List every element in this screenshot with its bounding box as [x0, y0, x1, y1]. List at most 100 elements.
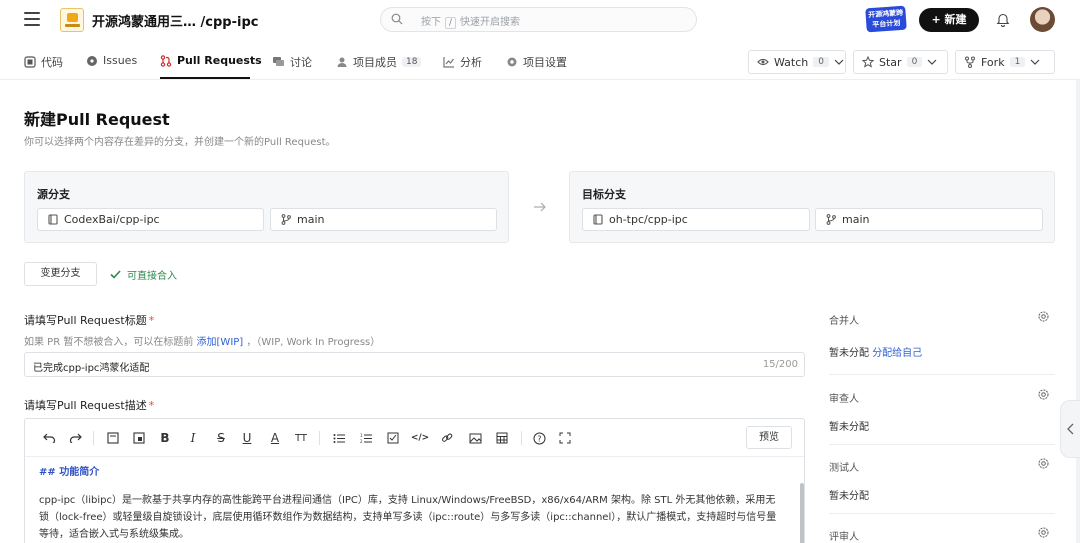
- bold-icon[interactable]: B: [157, 430, 173, 446]
- chevron-down-icon: [927, 59, 937, 66]
- chart-icon: [443, 56, 455, 68]
- eye-icon: [757, 57, 769, 67]
- assign-self-link[interactable]: 分配给自己: [872, 348, 922, 359]
- reviewer-label: 审查人: [829, 394, 859, 405]
- underline-icon[interactable]: U: [239, 430, 255, 446]
- approver-settings-icon[interactable]: [1037, 526, 1050, 539]
- reviewer-value: 暂未分配: [829, 422, 869, 433]
- tab-code[interactable]: 代码: [24, 54, 63, 70]
- branch-icon: [281, 214, 291, 225]
- discussion-icon: [272, 56, 285, 68]
- page-scrollbar-track[interactable]: [1076, 80, 1080, 543]
- sidebar-collapse-handle[interactable]: [1060, 400, 1080, 458]
- search-input[interactable]: 按下 / 快速开启搜索: [380, 7, 697, 32]
- task-list-icon[interactable]: [385, 430, 401, 446]
- tab-settings[interactable]: 项目设置: [506, 54, 567, 70]
- organization-logo[interactable]: [60, 8, 84, 32]
- tab-members[interactable]: 项目成员 18: [336, 54, 422, 70]
- redo-icon[interactable]: [67, 430, 83, 446]
- menu-icon[interactable]: [24, 12, 40, 26]
- members-icon: [336, 56, 348, 68]
- markdown-editor[interactable]: B I S U A TT 12 </> ? 预览 ## 功能简介 cpp-ipc…: [24, 418, 805, 543]
- svg-text:2: 2: [360, 439, 363, 444]
- title-field-label: 请填写Pull Request标题 *: [24, 314, 155, 327]
- title-char-count: 15/200: [762, 359, 798, 370]
- pull-request-icon: [160, 54, 172, 67]
- watch-button[interactable]: Watch 0: [748, 50, 846, 74]
- italic-icon[interactable]: I: [185, 430, 201, 446]
- target-repo-select[interactable]: oh-tpc/cpp-ipc: [582, 208, 810, 231]
- top-navigation-bar: 开源鸿蒙通用三… /cpp-ipc 按下 / 快速开启搜索 开源鸿蒙跨平台计划 + …: [0, 0, 1080, 40]
- tester-value: 暂未分配: [829, 491, 869, 502]
- new-button[interactable]: + 新建: [919, 8, 979, 32]
- chevron-left-icon: [1067, 423, 1074, 435]
- merger-label: 合并人: [829, 316, 859, 327]
- source-branch-label: 源分支: [37, 188, 70, 201]
- code-icon[interactable]: </>: [411, 430, 429, 446]
- heading-icon[interactable]: [105, 430, 121, 446]
- branch-icon: [826, 214, 836, 225]
- reviewer-settings-icon[interactable]: [1037, 388, 1050, 401]
- search-icon: [391, 13, 403, 25]
- tester-settings-icon[interactable]: [1037, 457, 1050, 470]
- approver-label: 评审人: [829, 532, 859, 543]
- code-icon: [24, 56, 36, 68]
- star-icon: [862, 56, 874, 68]
- mergeable-status: 可直接合入: [110, 267, 177, 282]
- font-color-icon[interactable]: A: [267, 430, 283, 446]
- block-icon[interactable]: [131, 430, 147, 446]
- source-branch-panel: 源分支 CodexBai/cpp-ipc main: [24, 171, 509, 243]
- strikethrough-icon[interactable]: S: [213, 430, 229, 446]
- tab-discussions[interactable]: 讨论: [272, 54, 312, 70]
- svg-text:1: 1: [360, 433, 363, 438]
- repo-icon: [593, 214, 603, 225]
- user-avatar[interactable]: [1030, 7, 1055, 32]
- chevron-down-icon: [1030, 59, 1040, 66]
- target-branch-label: 目标分支: [582, 188, 626, 201]
- fullscreen-icon[interactable]: [557, 430, 573, 446]
- image-icon[interactable]: [467, 430, 483, 446]
- undo-icon[interactable]: [41, 430, 57, 446]
- chevron-down-icon: [834, 59, 844, 66]
- star-button[interactable]: Star 0: [853, 50, 948, 74]
- preview-button[interactable]: 预览: [746, 426, 792, 449]
- target-branch-panel: 目标分支 oh-tpc/cpp-ipc main: [569, 171, 1055, 243]
- svg-text:?: ?: [537, 434, 541, 443]
- tester-label: 测试人: [829, 463, 859, 474]
- merger-settings-icon[interactable]: [1037, 310, 1050, 323]
- source-repo-select[interactable]: CodexBai/cpp-ipc: [37, 208, 264, 231]
- issue-icon: [86, 55, 98, 67]
- description-heading: ## 功能简介: [39, 467, 100, 478]
- editor-scrollbar[interactable]: [800, 483, 804, 543]
- settings-gear-icon: [506, 56, 518, 68]
- tab-pull-requests[interactable]: Pull Requests: [160, 54, 262, 67]
- pr-title-input[interactable]: 已完成cpp-ipc鸿蒙化适配 15/200: [24, 352, 805, 377]
- description-body: cpp-ipc（libipc）是一款基于共享内存的高性能跨平台进程间通信（IPC…: [39, 495, 777, 540]
- tab-analytics[interactable]: 分析: [443, 54, 482, 70]
- fork-button[interactable]: Fork 1: [955, 50, 1055, 74]
- source-branch-select[interactable]: main: [270, 208, 497, 231]
- page-title: 新建Pull Request: [24, 110, 170, 129]
- members-count: 18: [402, 57, 422, 67]
- editor-toolbar: B I S U A TT 12 </> ? 预览: [25, 419, 804, 457]
- numbered-list-icon[interactable]: 12: [358, 430, 374, 446]
- bullet-list-icon[interactable]: [331, 430, 347, 446]
- link-icon[interactable]: [439, 430, 455, 446]
- search-placeholder: 按下 / 快速开启搜索: [421, 17, 521, 29]
- tab-issues[interactable]: Issues: [86, 54, 137, 67]
- page-subtitle: 你可以选择两个内容存在差异的分支，并创建一个新的Pull Request。: [24, 137, 336, 148]
- change-branch-button[interactable]: 变更分支: [24, 262, 97, 286]
- add-wip-link[interactable]: 添加[WIP]: [197, 337, 244, 348]
- table-icon[interactable]: [494, 430, 510, 446]
- repo-title[interactable]: 开源鸿蒙通用三… /cpp-ipc: [92, 11, 258, 30]
- campaign-badge[interactable]: 开源鸿蒙跨平台计划: [865, 5, 907, 33]
- font-size-icon[interactable]: TT: [293, 430, 309, 446]
- target-branch-select[interactable]: main: [815, 208, 1043, 231]
- wip-hint: 如果 PR 暂不想被合入，可以在标题前 添加[WIP] ，（WIP, Work …: [24, 337, 381, 348]
- desc-field-label: 请填写Pull Request描述 *: [24, 399, 155, 412]
- arrow-right-icon: [533, 201, 547, 213]
- repo-icon: [48, 214, 58, 225]
- bell-icon[interactable]: [996, 12, 1010, 27]
- fork-icon: [964, 56, 976, 68]
- help-icon[interactable]: ?: [531, 430, 547, 446]
